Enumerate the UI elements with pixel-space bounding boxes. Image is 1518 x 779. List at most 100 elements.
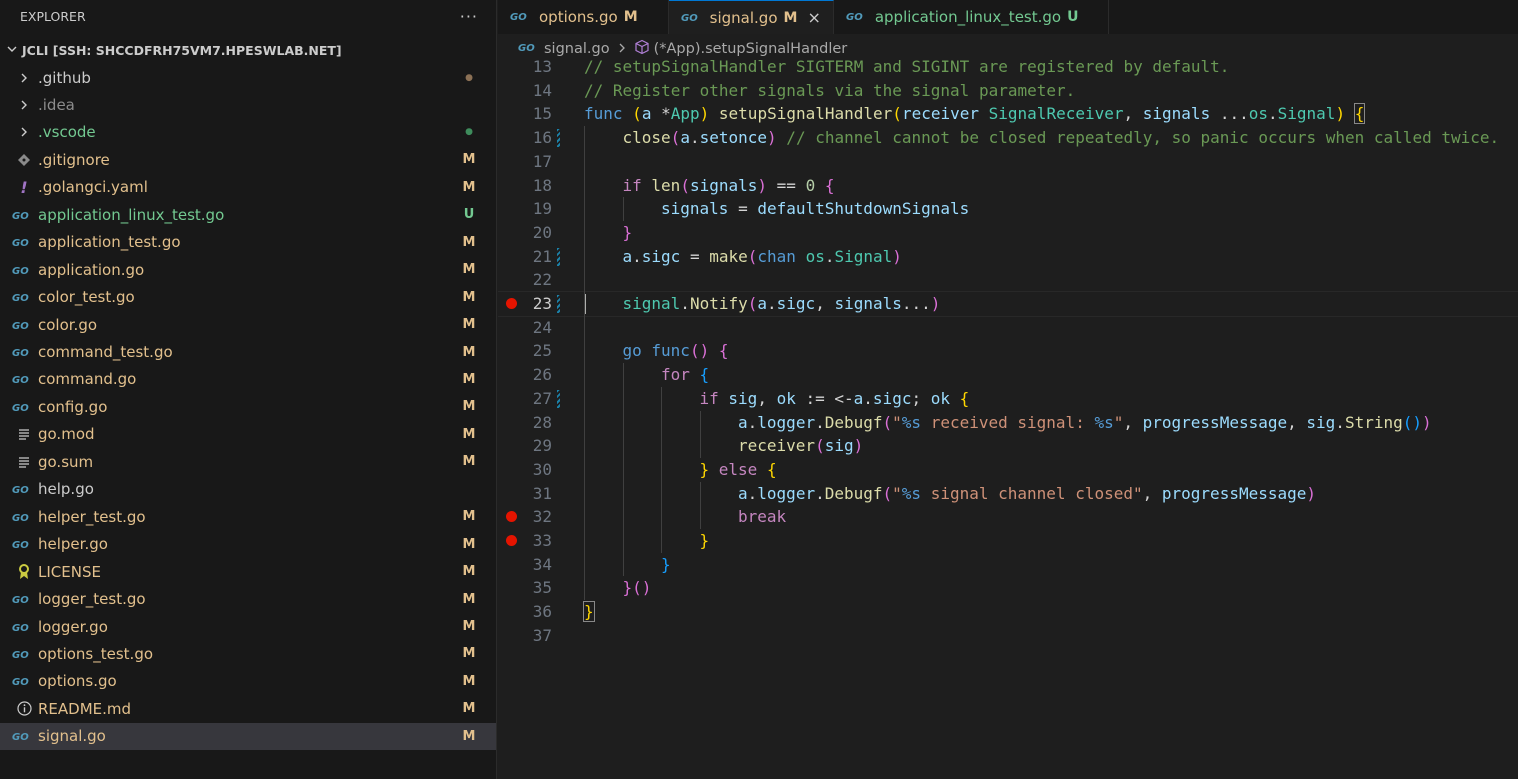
git-change-marker[interactable] <box>557 129 560 148</box>
git-icon <box>12 146 36 173</box>
line-number[interactable]: 28 <box>498 411 552 435</box>
code-line[interactable]: 27 if sig, ok := <-a.sigc; ok { <box>498 387 1518 411</box>
code-line[interactable]: 18 if len(signals) == 0 { <box>498 174 1518 198</box>
line-number[interactable]: 19 <box>498 197 552 221</box>
code-line[interactable]: 25 go func() { <box>498 339 1518 363</box>
git-change-marker[interactable] <box>557 295 560 313</box>
line-number[interactable]: 25 <box>498 339 552 363</box>
breakpoint-icon[interactable] <box>506 535 517 546</box>
code-line[interactable]: 24 <box>498 316 1518 340</box>
code-line[interactable]: 14 // Register other signals via the sign… <box>498 79 1518 103</box>
go-icon: GO <box>12 503 36 530</box>
line-number[interactable]: 34 <box>498 553 552 577</box>
svg-text:GO: GO <box>12 348 29 358</box>
code-line[interactable]: 28 a.logger.Debugf("%s received signal: %… <box>498 411 1518 435</box>
breakpoint-icon[interactable] <box>506 298 517 309</box>
line-number[interactable]: 18 <box>498 174 552 198</box>
line-number[interactable]: 13 <box>498 58 552 79</box>
line-number[interactable]: 15 <box>498 102 552 126</box>
file-item[interactable]: README.md M <box>0 695 496 722</box>
file-item[interactable]: GO help.go <box>0 476 496 503</box>
code-line[interactable]: 29 receiver(sig) <box>498 434 1518 458</box>
line-number[interactable]: 22 <box>498 268 552 292</box>
line-number[interactable]: 29 <box>498 434 552 458</box>
file-item[interactable]: GO helper_test.go M <box>0 503 496 530</box>
code-token: ok <box>930 388 950 408</box>
file-item[interactable]: GO helper.go M <box>0 531 496 558</box>
git-change-marker[interactable] <box>557 389 560 408</box>
line-number[interactable]: 16 <box>498 126 552 150</box>
code-editor[interactable]: 13 // setupSignalHandler SIGTERM and SIGI… <box>498 58 1518 779</box>
file-item[interactable]: .idea <box>0 91 496 118</box>
code-line[interactable]: 35}() <box>498 576 1518 600</box>
line-number[interactable]: 31 <box>498 482 552 506</box>
file-item[interactable]: GO application.go M <box>0 256 496 283</box>
line-number[interactable]: 17 <box>498 150 552 174</box>
file-item[interactable]: GO color_test.go M <box>0 284 496 311</box>
code-line[interactable]: 19 signals = defaultShutdownSignals <box>498 197 1518 221</box>
line-number[interactable]: 37 <box>498 624 552 648</box>
code-text: a.sigc = make(chan os.Signal) <box>623 245 902 269</box>
code-line[interactable]: 37 <box>498 624 1518 648</box>
line-number[interactable]: 27 <box>498 387 552 411</box>
file-item[interactable]: GO application_test.go M <box>0 229 496 256</box>
editor-tab[interactable]: GO signal.go M × <box>668 0 834 34</box>
file-item[interactable]: GO options.go M <box>0 668 496 695</box>
code-line[interactable]: 15 func (a *App) setupSignalHandler(recei… <box>498 102 1518 126</box>
workspace-root-folder[interactable]: JCLI [SSH: SHCCDFRH75VM7.HPESWLAB.NET] <box>0 37 496 63</box>
file-item[interactable]: GO command.go M <box>0 366 496 393</box>
editor-tab[interactable]: GO options.go M <box>498 0 669 34</box>
code-line[interactable]: 13 // setupSignalHandler SIGTERM and SIGI… <box>498 58 1518 79</box>
go-icon: GO <box>12 201 36 228</box>
file-item[interactable]: .vscode ● <box>0 119 496 146</box>
line-number[interactable]: 30 <box>498 458 552 482</box>
breadcrumb-file[interactable]: signal.go <box>544 41 610 57</box>
git-status-badge: U <box>463 207 475 223</box>
editor-tab[interactable]: GO application_linux_test.go U <box>833 0 1110 34</box>
code-line[interactable]: 32 break <box>498 505 1518 529</box>
code-line[interactable]: 22 <box>498 268 1518 292</box>
file-item[interactable]: GO color.go M <box>0 311 496 338</box>
file-item[interactable]: GO logger.go M <box>0 613 496 640</box>
line-number[interactable]: 20 <box>498 221 552 245</box>
code-line[interactable]: 36} <box>498 600 1518 624</box>
line-number[interactable]: 36 <box>498 600 552 624</box>
file-item[interactable]: GO signal.go M <box>0 722 496 750</box>
file-item[interactable]: go.mod M <box>0 421 496 448</box>
code-line[interactable]: 16 close(a.setonce) // channel cannot be … <box>498 126 1518 150</box>
code-token: chan <box>757 246 796 266</box>
code-text: } <box>661 553 671 577</box>
file-item[interactable]: LICENSE M <box>0 558 496 585</box>
line-number[interactable]: 26 <box>498 363 552 387</box>
code-line[interactable]: 20} <box>498 221 1518 245</box>
code-line[interactable]: 33} <box>498 529 1518 553</box>
breadcrumb-symbol[interactable]: (*App).setupSignalHandler <box>654 41 848 57</box>
workspace-root-label: JCLI [SSH: SHCCDFRH75VM7.HPESWLAB.NET] <box>22 42 342 58</box>
code-token: " <box>1113 412 1124 432</box>
ellipsis-icon[interactable]: ··· <box>460 7 478 26</box>
line-number[interactable]: 21 <box>498 245 552 269</box>
code-token: %s <box>901 483 922 503</box>
line-number[interactable]: 14 <box>498 79 552 103</box>
code-line[interactable]: 21 a.sigc = make(chan os.Signal) <box>498 245 1518 269</box>
line-number[interactable]: 35 <box>498 576 552 600</box>
file-item[interactable]: go.sum M <box>0 448 496 475</box>
file-item[interactable]: GO application_linux_test.go U <box>0 201 496 228</box>
file-item[interactable]: GO logger_test.go M <box>0 586 496 613</box>
code-line[interactable]: 34} <box>498 553 1518 577</box>
file-item[interactable]: .gitignore M <box>0 146 496 173</box>
file-item[interactable]: GO config.go M <box>0 393 496 420</box>
close-icon[interactable]: × <box>807 8 820 27</box>
code-line[interactable]: 17 <box>498 150 1518 174</box>
code-line[interactable]: 30} else { <box>498 458 1518 482</box>
file-item[interactable]: ! .golangci.yaml M <box>0 174 496 201</box>
line-number[interactable]: 24 <box>498 316 552 340</box>
go-icon: GO <box>518 41 540 57</box>
code-line[interactable]: 31 a.logger.Debugf("%s signal channel clo… <box>498 482 1518 506</box>
file-item[interactable]: GO options_test.go M <box>0 640 496 667</box>
file-item[interactable]: .github ● <box>0 64 496 91</box>
code-line[interactable]: 23 signal.Notify(a.sigc, signals...) <box>498 291 1518 317</box>
code-line[interactable]: 26 for { <box>498 363 1518 387</box>
git-change-marker[interactable] <box>557 247 560 266</box>
file-item[interactable]: GO command_test.go M <box>0 339 496 366</box>
